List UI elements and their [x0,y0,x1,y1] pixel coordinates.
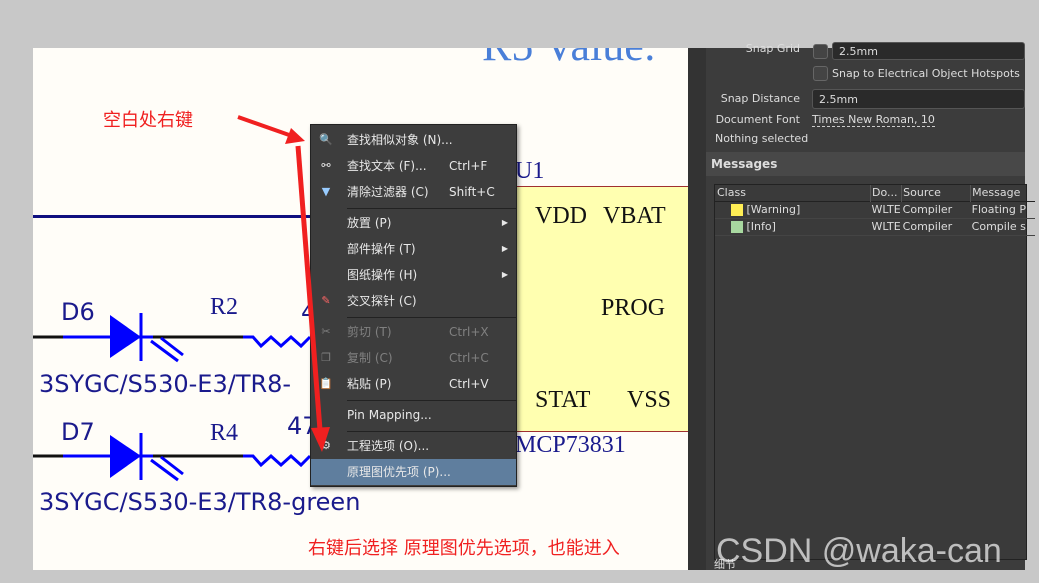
document-font-link[interactable]: Times New Roman, 10 [812,113,935,127]
menu-item-clear-filter[interactable]: ▼ 清除过滤器 (C) Shift+C [311,179,516,205]
menu-item-pin-mapping[interactable]: Pin Mapping... [311,402,516,428]
col-source[interactable]: Source [901,185,971,201]
d7-label: D7 [61,418,95,446]
col-document[interactable]: Do... [869,185,902,201]
pin-vss: VSS [627,387,672,413]
snap-hotspots-label: Snap to Electrical Object Hotspots [832,67,1020,80]
snap-grid-input[interactable]: 2.5mm [832,42,1025,60]
snap-hotspots-checkbox[interactable] [813,66,828,81]
table-row[interactable]: [Info] WLTE Compiler Compile s [715,218,1035,235]
search-icon: 🔍 [319,133,333,146]
snap-grid-checkbox[interactable] [813,44,828,59]
component-u1[interactable]: VDD VBAT PROG STAT VSS [515,186,688,432]
messages-table: Class Do... Source Message [Warning] WLT… [714,184,1035,560]
pin-vbat: VBAT [603,203,666,229]
paste-icon: 📋 [319,377,333,390]
info-icon [731,221,743,233]
table-row[interactable]: [Warning] WLTE Compiler Floating P [715,201,1035,218]
annotation-right-click: 空白处右键 [103,110,193,131]
col-message[interactable]: Message [970,185,1035,201]
menu-item-find-similar[interactable]: 🔍 查找相似对象 (N)... [311,127,516,153]
r4-label: R4 [210,420,239,446]
submenu-arrow-icon: ▶ [501,244,508,253]
u1-label: U1 [515,158,545,184]
d7-part: 3SYGC/S530-E3/TR8-green [39,488,361,516]
pin-stat: STAT [535,387,591,413]
menu-item-cross-probe[interactable]: ✎ 交叉探针 (C) [311,288,516,314]
menu-item-paste[interactable]: 📋 粘贴 (P) Ctrl+V [311,371,516,397]
menu-item-place[interactable]: 放置 (P) ▶ [311,210,516,236]
menu-item-part-actions[interactable]: 部件操作 (T) ▶ [311,236,516,262]
part-name: MCP73831 [515,432,626,458]
context-menu: 🔍 查找相似对象 (N)... ⚯ 查找文本 (F)... Ctrl+F ▼ 清除过滤器… [310,124,517,487]
cross-probe-icon: ✎ [321,294,331,307]
menu-item-schematic-preferences[interactable]: 原理图优先项 (P)... [311,459,516,485]
watermark: CSDN @waka-can [716,532,1002,570]
menu-item-find-text[interactable]: ⚯ 查找文本 (F)... Ctrl+F [311,153,516,179]
d6-part: 3SYGC/S530-E3/TR8- [39,370,292,398]
d6-label: D6 [61,298,95,326]
submenu-arrow-icon: ▶ [501,218,508,227]
submenu-arrow-icon: ▶ [501,270,508,279]
pin-vdd: VDD [535,203,587,229]
properties-panel: Snap Grid 2.5mm Snap to Electrical Objec… [688,42,1035,571]
menu-item-sheet-actions[interactable]: 图纸操作 (H) ▶ [311,262,516,288]
project-options-icon: ⚙ [321,439,331,452]
document-font-label: Document Font [715,113,800,126]
cut-icon: ✂ [321,325,331,338]
menu-item-cut[interactable]: ✂ 剪切 (T) Ctrl+X [311,319,516,345]
annotation-hint: 右键后选择 原理图优先选项，也能进入 [308,538,620,559]
copy-icon: ❐ [321,351,331,364]
col-class[interactable]: Class [715,185,871,201]
title-partial: R5 Value: [482,48,656,71]
snap-distance-input[interactable]: 2.5mm [812,89,1025,109]
pin-prog: PROG [601,295,666,321]
binoculars-icon: ⚯ [321,159,331,172]
r2-label: R2 [210,294,239,320]
menu-item-copy[interactable]: ❐ 复制 (C) Ctrl+C [311,345,516,371]
menu-item-project-options[interactable]: ⚙ 工程选项 (O)... [311,433,516,459]
warning-icon [731,204,743,216]
messages-header: Messages [706,152,1025,176]
snap-distance-label: Snap Distance [720,92,800,105]
snap-grid-label: Snap Grid [745,42,800,55]
clear-filter-icon: ▼ [321,185,331,198]
selection-status: Nothing selected [715,132,809,145]
